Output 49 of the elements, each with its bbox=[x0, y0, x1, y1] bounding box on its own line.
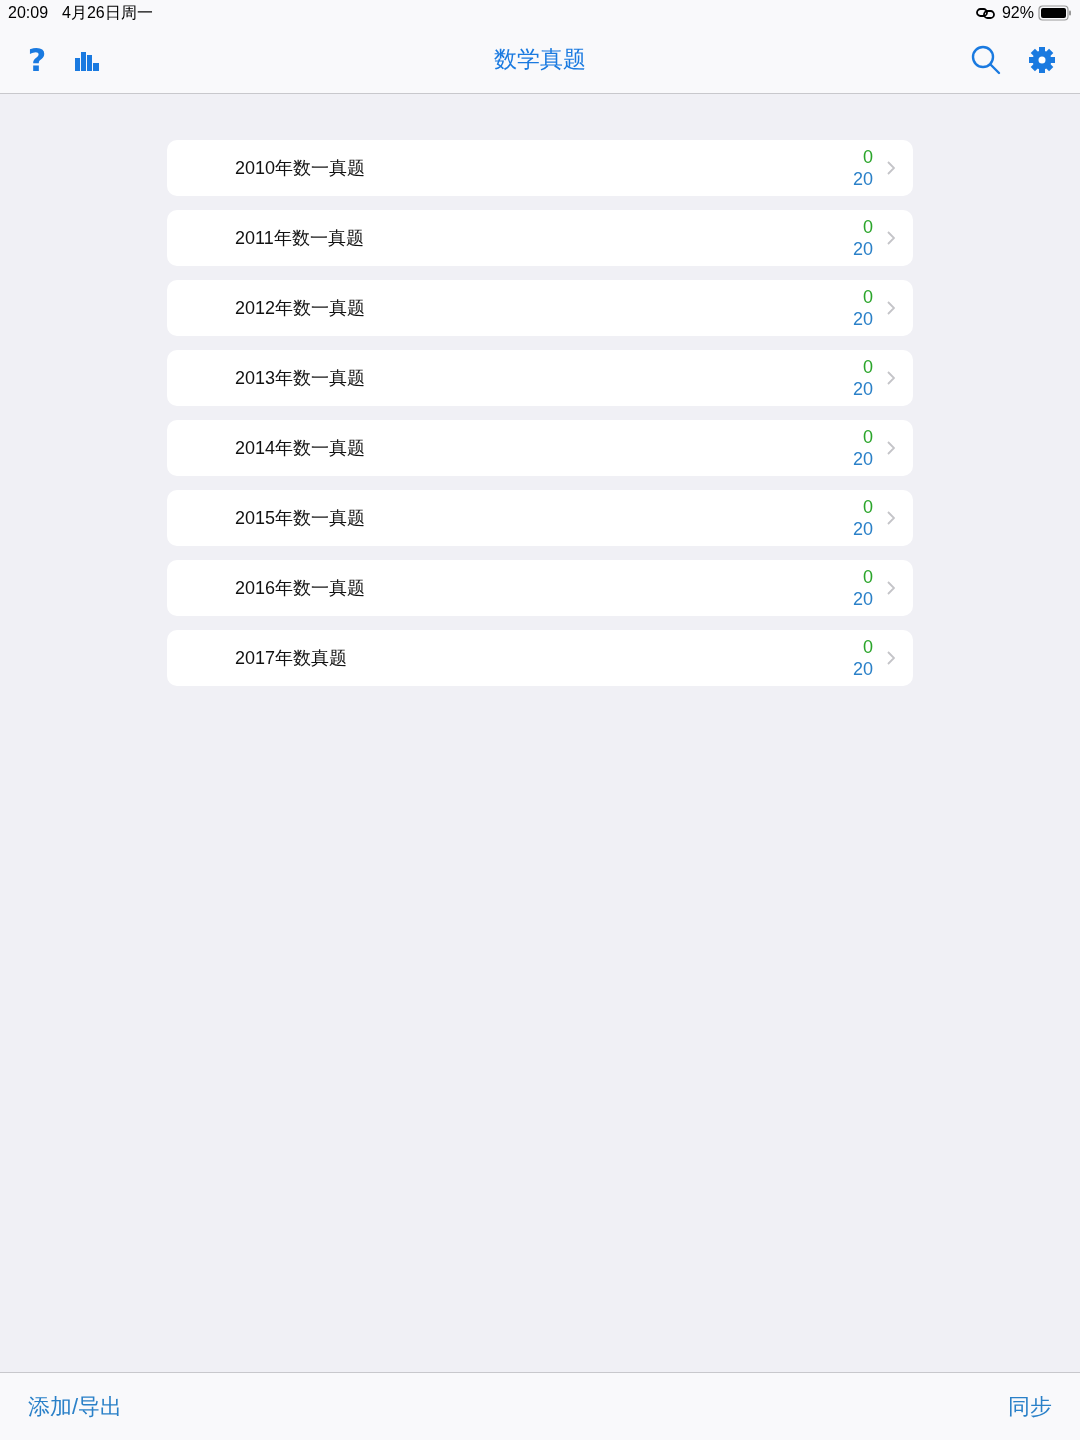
status-date: 4月26日周一 bbox=[62, 2, 153, 23]
exam-title: 2010年数一真题 bbox=[235, 157, 367, 180]
chevron-right-icon bbox=[887, 371, 895, 385]
total-count: 20 bbox=[852, 658, 873, 680]
battery-percent: 92% bbox=[1001, 4, 1034, 22]
total-count: 20 bbox=[852, 238, 873, 260]
total-count: 20 bbox=[852, 168, 873, 190]
help-button[interactable]: ? bbox=[20, 39, 54, 80]
status-time: 20:09 bbox=[8, 4, 49, 22]
screen-title: 数学真题 bbox=[494, 45, 586, 74]
done-count: 0 bbox=[863, 146, 873, 168]
chevron-right-icon bbox=[887, 301, 895, 315]
exam-title: 2015年数一真题 bbox=[235, 507, 367, 530]
chevron-right-icon bbox=[887, 231, 895, 245]
exam-row[interactable]: 2017年数真题 0 20 bbox=[167, 630, 913, 686]
done-count: 0 bbox=[863, 426, 873, 448]
exam-row[interactable]: 2011年数一真题 0 20 bbox=[167, 210, 913, 266]
chevron-right-icon bbox=[887, 511, 895, 525]
exam-title: 2014年数一真题 bbox=[235, 437, 367, 460]
battery-icon bbox=[1038, 5, 1072, 21]
add-export-button[interactable]: 添加/导出 bbox=[28, 1391, 123, 1422]
chevron-right-icon bbox=[887, 161, 895, 175]
chevron-right-icon bbox=[887, 581, 895, 595]
exam-row[interactable]: 2013年数一真题 0 20 bbox=[167, 350, 913, 406]
total-count: 20 bbox=[852, 518, 873, 540]
chevron-right-icon bbox=[887, 651, 895, 665]
exam-title: 2011年数一真题 bbox=[235, 227, 365, 250]
total-count: 20 bbox=[852, 308, 873, 330]
exam-row[interactable]: 2014年数一真题 0 20 bbox=[167, 420, 913, 476]
exam-title: 2012年数一真题 bbox=[235, 297, 367, 320]
sync-button[interactable]: 同步 bbox=[1008, 1391, 1052, 1422]
total-count: 20 bbox=[852, 448, 873, 470]
exam-title: 2016年数一真题 bbox=[235, 577, 367, 600]
total-count: 20 bbox=[852, 378, 873, 400]
done-count: 0 bbox=[863, 216, 873, 238]
done-count: 0 bbox=[863, 636, 873, 658]
done-count: 0 bbox=[863, 496, 873, 518]
exam-row[interactable]: 2010年数一真题 0 20 bbox=[167, 140, 913, 196]
done-count: 0 bbox=[863, 356, 873, 378]
total-count: 20 bbox=[852, 588, 873, 610]
link-icon bbox=[975, 7, 996, 19]
exam-title: 2013年数一真题 bbox=[235, 367, 367, 390]
exam-row[interactable]: 2016年数一真题 0 20 bbox=[167, 560, 913, 616]
exam-title: 2017年数真题 bbox=[235, 647, 349, 670]
chevron-right-icon bbox=[887, 441, 895, 455]
exam-row[interactable]: 2012年数一真题 0 20 bbox=[167, 280, 913, 336]
done-count: 0 bbox=[863, 286, 873, 308]
exam-row[interactable]: 2015年数一真题 0 20 bbox=[167, 490, 913, 546]
done-count: 0 bbox=[863, 566, 873, 588]
